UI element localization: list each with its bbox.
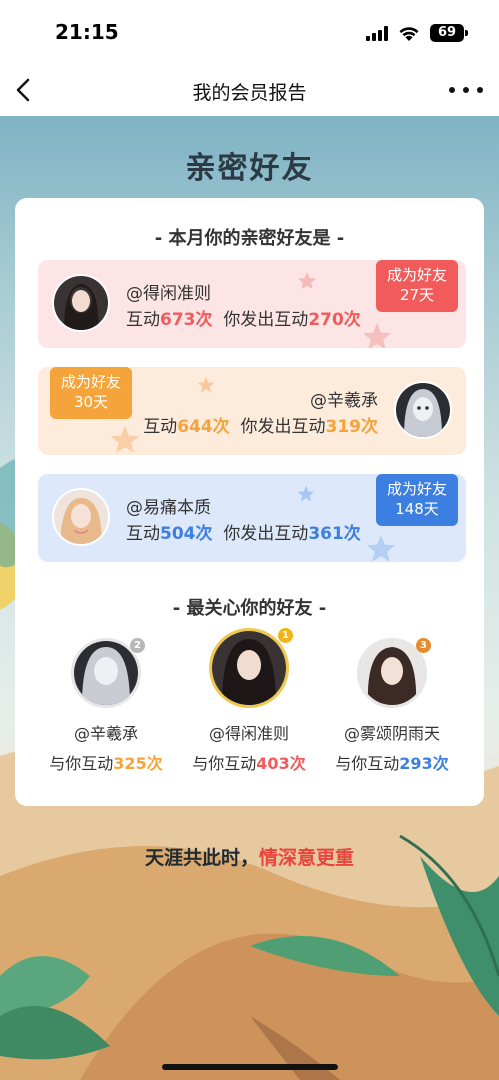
friend-name[interactable]: @易痛本质 [126, 493, 211, 518]
caring-friends-heading: - 最关心你的好友 - [172, 598, 327, 619]
ellipsis-icon [449, 87, 455, 93]
close-friend-row[interactable]: @得闲准则 互动673次 你发出互动270次 成为好友 27天 [38, 260, 466, 348]
close-friend-row[interactable]: 成为好友 30天 @辛羲承 互动644次 你发出互动319次 [38, 367, 466, 455]
close-friend-row[interactable]: @易痛本质 互动504次 你发出互动361次 成为好友 148天 [38, 474, 466, 562]
wifi-icon [399, 27, 419, 41]
friend-interaction-stats: 互动504次 你发出互动361次 [126, 524, 361, 544]
friend-name[interactable]: @雾颂阴雨天 [322, 720, 462, 744]
friend-duration-badge: 成为好友 30天 [50, 367, 132, 419]
friend-duration-badge: 成为好友 27天 [376, 260, 458, 312]
star-icon [366, 534, 396, 562]
friend-interaction-stats: 与你互动293次 [335, 754, 449, 773]
cellular-signal-icon [366, 26, 388, 41]
status-time: 21:15 [55, 20, 119, 44]
friend-name[interactable]: @辛羲承 [310, 386, 378, 411]
caring-friend-item[interactable]: 3 @雾颂阴雨天 与你互动293次 [322, 638, 462, 774]
rank-badge: 2 [130, 638, 145, 653]
page-title: 我的会员报告 [192, 82, 307, 104]
hero-title: 亲密好友 [185, 151, 314, 186]
battery-icon: 69 [430, 24, 468, 42]
friend-interaction-stats: 互动644次 你发出互动319次 [143, 417, 378, 437]
friend-interaction-stats: 互动673次 你发出互动270次 [126, 310, 361, 330]
friend-name[interactable]: @辛羲承 [36, 720, 176, 744]
close-friends-heading: - 本月你的亲密好友是 - [154, 228, 345, 249]
nav-bar: 我的会员报告 [0, 66, 499, 116]
friend-interaction-stats: 与你互动325次 [49, 754, 163, 773]
rank-badge: 1 [278, 628, 293, 643]
star-icon [362, 322, 392, 348]
star-icon [197, 376, 215, 393]
friend-name[interactable]: @得闲准则 [126, 279, 211, 304]
friend-duration-badge: 成为好友 148天 [376, 474, 458, 526]
slogan: 天涯共此时，情深意更重 [144, 847, 355, 869]
rank-badge: 3 [416, 638, 431, 653]
avatar[interactable] [52, 274, 110, 332]
star-icon [110, 425, 140, 453]
friend-name[interactable]: @得闲准则 [179, 720, 319, 744]
home-indicator[interactable] [162, 1064, 338, 1070]
caring-friend-item[interactable]: 2 @辛羲承 与你互动325次 [36, 638, 176, 774]
star-icon [297, 485, 315, 502]
star-icon [297, 271, 317, 290]
avatar[interactable] [52, 488, 110, 546]
avatar[interactable] [209, 628, 289, 708]
more-button[interactable] [449, 78, 483, 102]
report-card: - 本月你的亲密好友是 - @得闲准则 互动673次 你发出互动270次 成为好… [15, 198, 484, 806]
avatar[interactable] [394, 381, 452, 439]
status-bar: 21:15 69 [0, 0, 499, 66]
caring-friend-item[interactable]: 1 @得闲准则 与你互动403次 [179, 628, 319, 774]
friend-interaction-stats: 与你互动403次 [192, 754, 306, 773]
